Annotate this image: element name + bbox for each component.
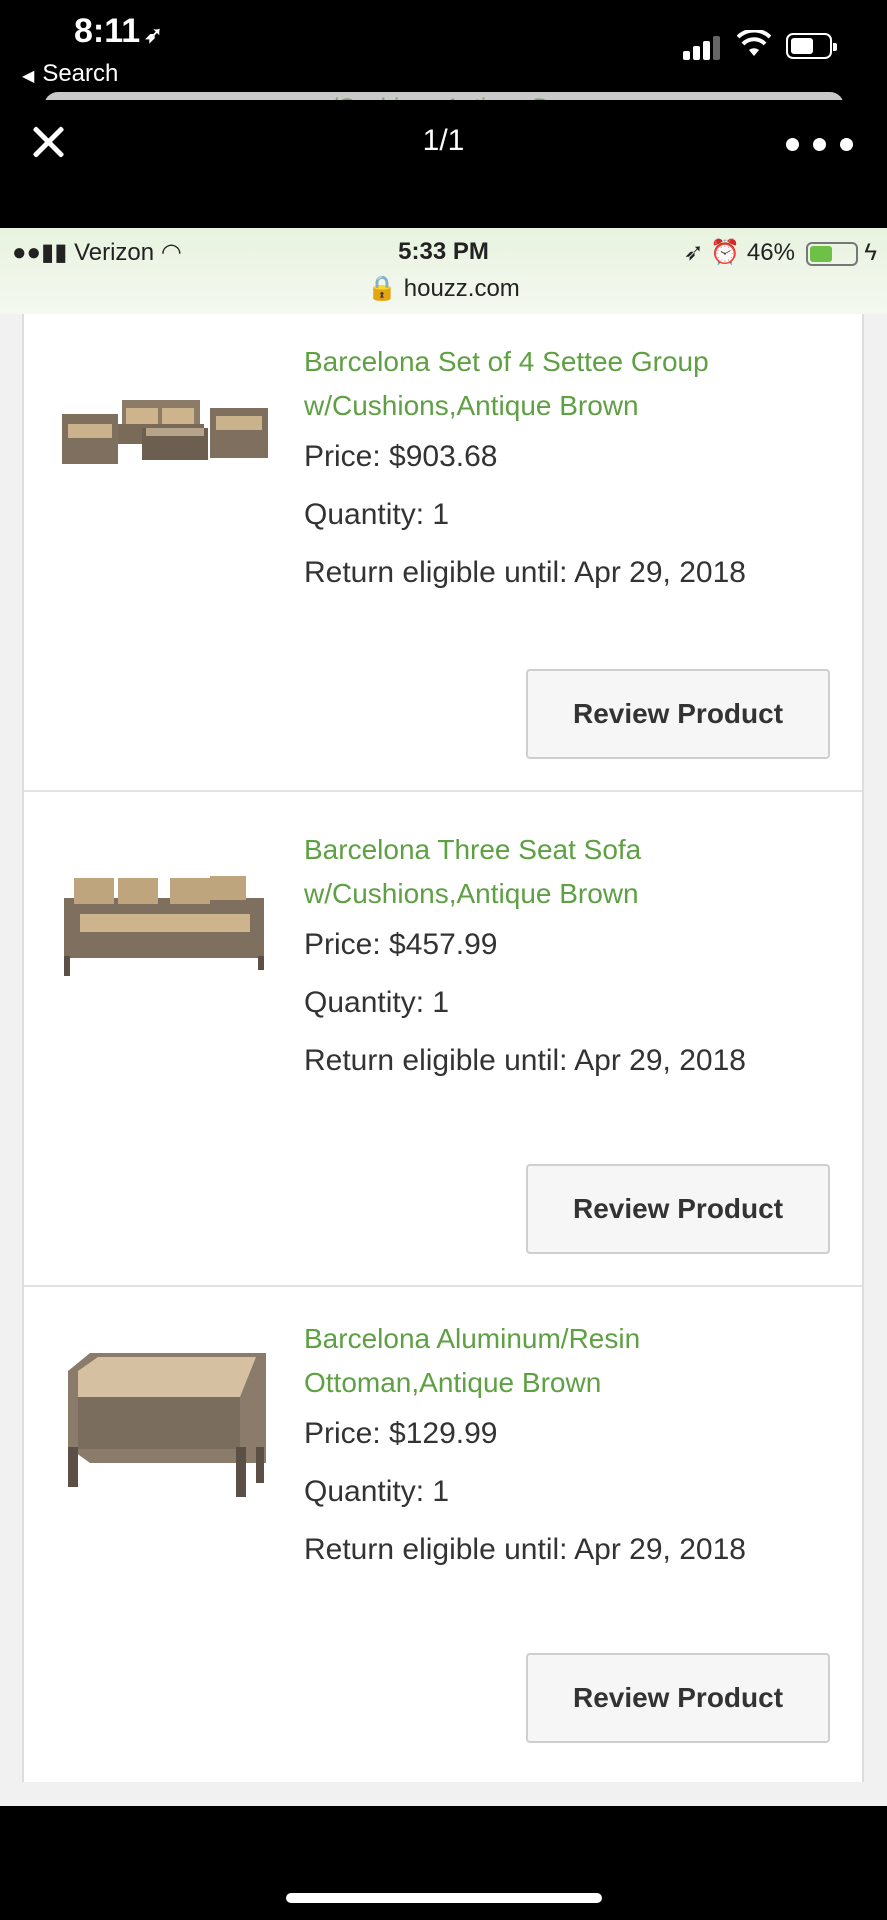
item-title-link[interactable]: Barcelona Set of 4 Settee Group w/Cushio… — [304, 340, 844, 428]
item-title-line: Barcelona Three Seat Sofa — [304, 834, 642, 865]
item-title-link[interactable]: Barcelona Aluminum/Resin Ottoman,Antique… — [304, 1317, 844, 1405]
battery-percent: 46% — [746, 239, 795, 266]
back-triangle-icon: ◀ — [22, 68, 35, 85]
item-title-link[interactable]: Barcelona Three Seat Sofa w/Cushions,Ant… — [304, 828, 844, 916]
item-title-line: Barcelona Set of 4 Settee Group — [304, 346, 709, 377]
image-counter: 1/1 — [422, 124, 465, 157]
item-price: Price: $129.99 — [304, 1417, 498, 1450]
more-options-icon[interactable] — [786, 138, 856, 152]
wifi-icon — [737, 30, 771, 56]
battery-icon — [786, 33, 837, 59]
item-title-line: Ottoman,Antique Brown — [304, 1367, 602, 1398]
item-quantity: Quantity: 1 — [304, 498, 450, 531]
item-price: Price: $457.99 — [304, 928, 498, 961]
ottoman-thumbnail — [68, 1353, 266, 1497]
item-return-date: Return eligible until: Apr 29, 2018 — [304, 556, 746, 589]
order-item: Barcelona Aluminum/Resin Ottoman,Antique… — [24, 1287, 862, 1782]
location-arrow-icon: ➶ — [144, 22, 163, 47]
inner-status-right: ➶ ⏰ 46% ϟ — [684, 238, 877, 267]
screenshot-content: ●●▮▮ Verizon ◠ 5:33 PM 🔒 houzz.com ➶ ⏰ 4… — [0, 228, 887, 1806]
clock: 8:11 ➶ — [74, 12, 163, 51]
item-title-line: Barcelona Aluminum/Resin — [304, 1323, 641, 1354]
alarm-icon: ⏰ — [710, 239, 741, 266]
home-indicator[interactable] — [286, 1893, 602, 1903]
inner-battery-icon — [805, 241, 858, 266]
url-bar: 🔒 houzz.com — [0, 274, 887, 303]
review-product-button[interactable]: Review Product — [526, 669, 830, 759]
item-title-line: w/Cushions,Antique Brown — [304, 390, 639, 421]
lock-icon: 🔒 — [367, 275, 398, 302]
order-item-list: Barcelona Set of 4 Settee Group w/Cushio… — [22, 314, 864, 1782]
location-icon: ➶ — [683, 239, 704, 266]
settee-group-thumbnail — [62, 400, 268, 464]
order-item: Barcelona Set of 4 Settee Group w/Cushio… — [24, 314, 862, 792]
url-text: houzz.com — [403, 275, 520, 302]
back-label: Search — [42, 60, 119, 87]
item-info: Barcelona Three Seat Sofa w/Cushions,Ant… — [304, 828, 844, 1090]
outer-status-bar: 8:11 ➶ ◀ Search — [0, 0, 887, 100]
review-product-button[interactable]: Review Product — [526, 1653, 830, 1743]
item-price: Price: $903.68 — [304, 440, 498, 473]
back-to-search-link[interactable]: ◀ Search — [22, 60, 118, 88]
item-info: Barcelona Aluminum/Resin Ottoman,Antique… — [304, 1317, 844, 1579]
item-title-line: w/Cushions,Antique Brown — [304, 878, 639, 909]
review-product-button[interactable]: Review Product — [526, 1164, 830, 1254]
inner-status-bar: ●●▮▮ Verizon ◠ 5:33 PM 🔒 houzz.com ➶ ⏰ 4… — [0, 228, 887, 314]
charging-icon: ϟ — [864, 239, 877, 266]
item-quantity: Quantity: 1 — [304, 986, 450, 1019]
item-info: Barcelona Set of 4 Settee Group w/Cushio… — [304, 340, 844, 602]
item-return-date: Return eligible until: Apr 29, 2018 — [304, 1533, 746, 1566]
item-quantity: Quantity: 1 — [304, 1475, 450, 1508]
sofa-thumbnail — [64, 876, 264, 976]
clock-text: 8:11 — [74, 12, 141, 50]
image-viewer-header: 1/1 — [0, 100, 887, 228]
item-return-date: Return eligible until: Apr 29, 2018 — [304, 1044, 746, 1077]
cellular-signal-icon — [683, 32, 723, 60]
order-item: Barcelona Three Seat Sofa w/Cushions,Ant… — [24, 792, 862, 1287]
